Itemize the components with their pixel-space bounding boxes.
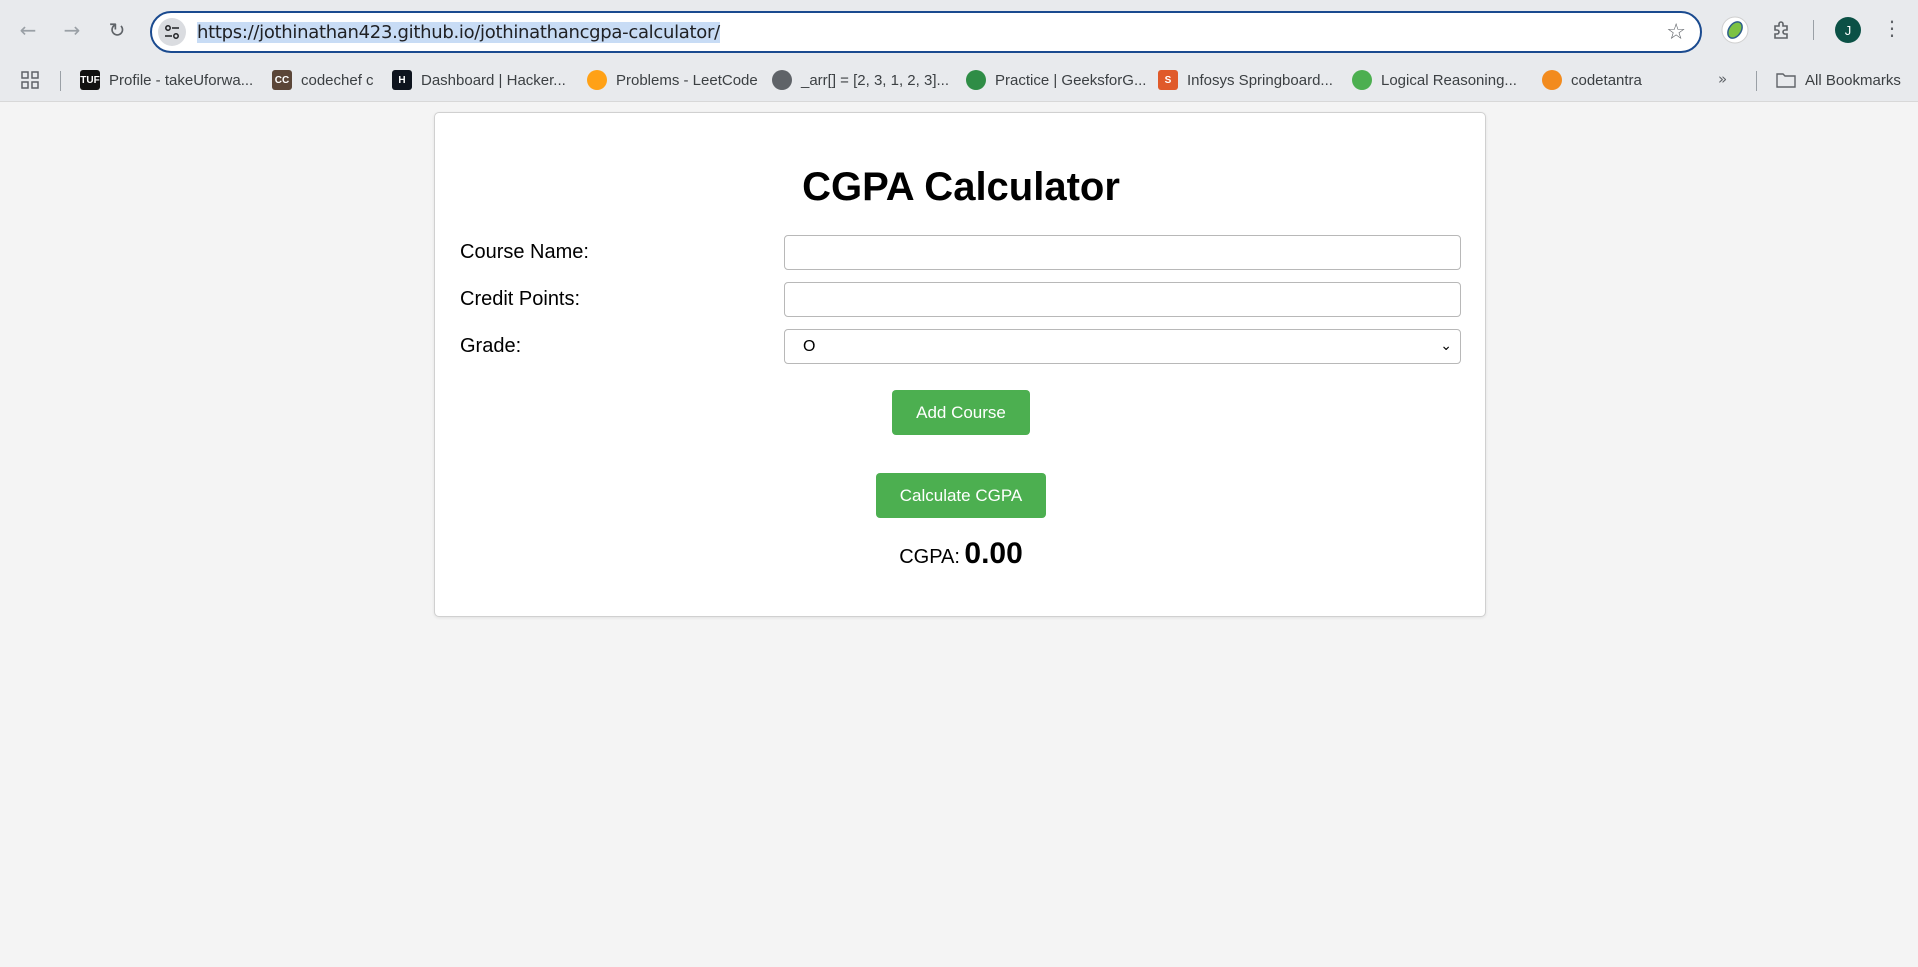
bookmark-label: Problems - LeetCode [616, 71, 758, 89]
extension-icon[interactable] [1720, 15, 1750, 45]
all-bookmarks-label: All Bookmarks [1805, 71, 1901, 89]
bookmark-item[interactable]: H Dashboard | Hacker... [392, 70, 566, 90]
globe-icon [772, 70, 792, 90]
calculate-cgpa-button[interactable]: Calculate CGPA [876, 473, 1046, 518]
bookmarks-bar: TUF Profile - takeUforwa... CC codechef c HD… [0, 60, 1918, 102]
grade-selected-value: O [803, 337, 816, 355]
reload-icon[interactable]: ↻ [101, 14, 133, 46]
bookmark-label: Dashboard | Hacker... [421, 71, 566, 89]
grade-select[interactable]: O ⌄ [784, 329, 1461, 364]
bookmark-item[interactable]: Practice | GeeksforG... [966, 70, 1146, 90]
site-info-icon[interactable] [158, 18, 186, 46]
sun-icon [1542, 70, 1562, 90]
bookmark-label: Profile - takeUforwa... [109, 71, 254, 89]
all-bookmarks-folder[interactable]: All Bookmarks [1776, 70, 1901, 90]
springboard-icon: S [1158, 70, 1178, 90]
bookmark-label: Practice | GeeksforG... [995, 71, 1147, 89]
cgpa-label: CGPA: [899, 546, 960, 568]
bookmarks-divider [60, 71, 61, 91]
credit-points-label: Credit Points: [460, 288, 581, 310]
address-bar[interactable]: https://jothinathan423.github.io/jothina… [150, 11, 1702, 53]
apps-grid-icon[interactable] [20, 70, 40, 90]
bookmarks-divider-2 [1756, 71, 1757, 91]
gfg-icon [966, 70, 986, 90]
cgpa-value: 0.00 [964, 537, 1023, 570]
bookmark-label: codetantra [1571, 71, 1642, 89]
browser-toolbar: ← → ↻ https://jothinathan423.github.io/j… [0, 0, 1918, 60]
extensions-puzzle-icon[interactable] [1767, 15, 1797, 45]
credit-points-input[interactable] [784, 282, 1461, 317]
codechef-icon: CC [272, 70, 292, 90]
cgpa-result: CGPA: 0.00 [435, 537, 1487, 571]
profile-avatar[interactable]: J [1835, 17, 1861, 43]
umbrella-icon [1352, 70, 1372, 90]
calculator-card: CGPA Calculator Course Name: Credit Poin… [434, 112, 1486, 617]
leetcode-icon [587, 70, 607, 90]
back-icon[interactable]: ← [12, 14, 44, 46]
browser-chrome: ← → ↻ https://jothinathan423.github.io/j… [0, 0, 1918, 102]
menu-kebab-icon[interactable]: ⋮ [1882, 16, 1902, 40]
more-bookmarks-icon[interactable]: » [1718, 70, 1727, 88]
bookmark-label: Logical Reasoning... [1381, 71, 1517, 89]
bookmark-item[interactable]: Problems - LeetCode [587, 70, 758, 90]
folder-icon [1776, 70, 1796, 90]
url-text[interactable]: https://jothinathan423.github.io/jothina… [197, 22, 720, 43]
add-course-button[interactable]: Add Course [892, 390, 1030, 435]
chevron-down-icon: ⌄ [1440, 338, 1452, 354]
bookmark-star-icon[interactable]: ☆ [1666, 20, 1686, 45]
page-title: CGPA Calculator [802, 165, 1120, 209]
bookmark-item[interactable]: CC codechef c [272, 70, 374, 90]
bookmark-item[interactable]: TUF Profile - takeUforwa... [80, 70, 253, 90]
bookmark-label: Infosys Springboard... [1187, 71, 1333, 89]
bookmark-label: codechef c [301, 71, 374, 89]
tuf-icon: TUF [80, 70, 100, 90]
grade-label: Grade: [460, 335, 522, 357]
course-name-label: Course Name: [460, 241, 589, 263]
bookmark-label: _arr[] = [2, 3, 1, 2, 3]... [801, 71, 949, 89]
bookmark-item[interactable]: _arr[] = [2, 3, 1, 2, 3]... [772, 70, 949, 90]
bookmark-item[interactable]: S Infosys Springboard... [1158, 70, 1333, 90]
course-name-input[interactable] [784, 235, 1461, 270]
hackerrank-icon: H [392, 70, 412, 90]
bookmark-item[interactable]: Logical Reasoning... [1352, 70, 1517, 90]
forward-icon[interactable]: → [56, 14, 88, 46]
toolbar-divider [1813, 20, 1814, 40]
bookmark-item[interactable]: codetantra [1542, 70, 1642, 90]
